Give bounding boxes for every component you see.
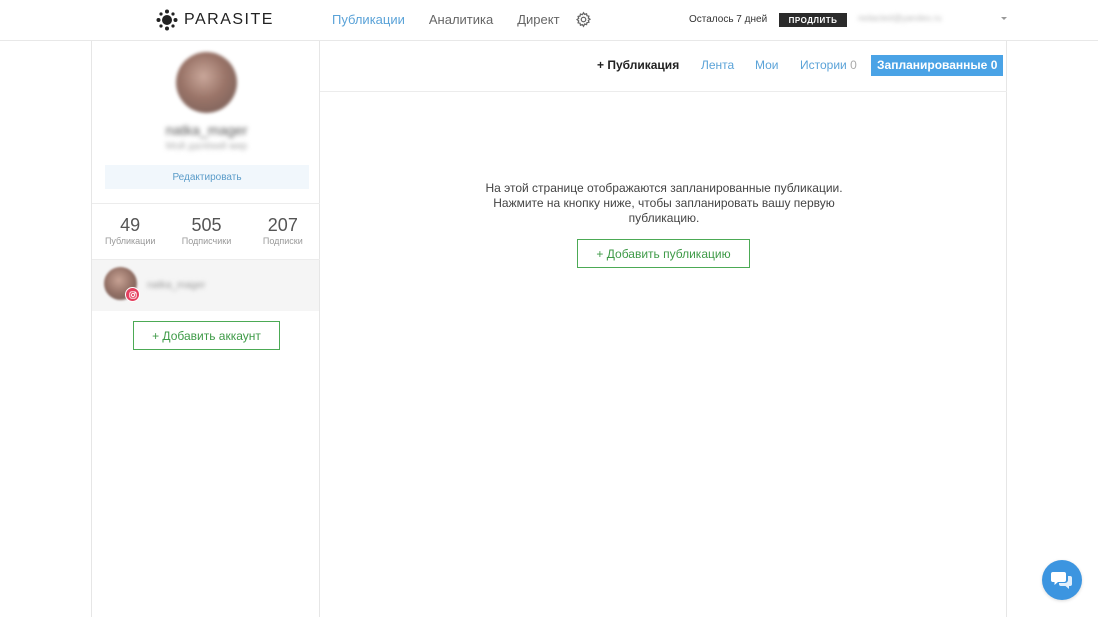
renew-subscription-button[interactable]: ПРОДЛИТЬ <box>779 13 847 27</box>
nav-direct[interactable]: Директ <box>517 12 559 27</box>
account-username: natka_mager <box>147 280 206 291</box>
add-account-button[interactable]: + Добавить аккаунт <box>133 321 280 350</box>
trial-remaining-text: Осталось 7 дней <box>689 14 768 25</box>
nav-publications[interactable]: Публикации <box>332 12 405 27</box>
tab-new-publication[interactable]: + Публикация <box>597 58 679 72</box>
profile-sidebar: natka_mager Мой далёкий мир Редактироват… <box>91 41 321 617</box>
brand-name: PARASITE <box>184 11 274 28</box>
account-dropdown-caret-icon[interactable] <box>1001 17 1007 20</box>
stat-posts-label: Публикации <box>104 236 156 246</box>
tab-scheduled-label: Запланированные <box>877 58 988 72</box>
profile-stats: 49 Публикации 505 Подписчики 207 Подписк… <box>92 203 321 260</box>
stat-posts: 49 Публикации <box>92 204 168 259</box>
add-publication-button[interactable]: + Добавить публикацию <box>577 239 750 268</box>
empty-state-line: Нажмите на кнопку ниже, чтобы запланиров… <box>493 196 835 210</box>
empty-state-line: публикацию. <box>628 211 700 225</box>
settings-gear-icon[interactable] <box>575 11 592 28</box>
edit-profile-button[interactable]: Редактировать <box>105 165 309 189</box>
tab-scheduled[interactable]: Запланированные 0 <box>871 55 1004 76</box>
stat-posts-value: 49 <box>120 215 141 235</box>
support-chat-button[interactable] <box>1042 560 1082 600</box>
parasite-logo-icon <box>156 9 178 31</box>
tab-feed[interactable]: Лента <box>701 58 734 72</box>
stat-followers-value: 505 <box>191 215 222 235</box>
user-email[interactable]: redacted@yandex.ru <box>858 13 998 25</box>
publication-tabs: + Публикация Лента Мои Истории 0 Заплани… <box>320 41 1007 92</box>
tab-scheduled-count: 0 <box>990 58 998 72</box>
tab-stories-count: 0 <box>850 58 857 72</box>
stat-following: 207 Подписки <box>245 204 321 259</box>
stat-followers-label: Подписчики <box>181 236 232 246</box>
main-nav: Публикации Аналитика Директ <box>332 12 560 27</box>
profile-username: natka_mager <box>165 122 248 138</box>
top-header: PARASITE Публикации Аналитика Директ Ост… <box>0 0 1098 41</box>
account-list-item[interactable]: natka_mager <box>92 260 319 311</box>
instagram-icon <box>125 287 140 302</box>
empty-state-message: На этой странице отображаются запланиров… <box>475 181 853 226</box>
profile-bio: Мой далёкий мир <box>165 141 248 152</box>
tab-mine[interactable]: Мои <box>755 58 779 72</box>
nav-analytics[interactable]: Аналитика <box>429 12 493 27</box>
tab-stories-label: Истории <box>800 58 847 72</box>
profile-avatar <box>176 52 237 113</box>
main-content: + Публикация Лента Мои Истории 0 Заплани… <box>320 41 1007 617</box>
tab-stories[interactable]: Истории 0 <box>800 58 857 72</box>
stat-followers: 505 Подписчики <box>168 204 244 259</box>
brand-logo[interactable]: PARASITE <box>156 9 274 31</box>
stat-following-value: 207 <box>267 215 298 235</box>
chat-bubbles-icon <box>1051 572 1072 589</box>
empty-state-line: На этой странице отображаются запланиров… <box>485 181 843 195</box>
stat-following-label: Подписки <box>262 236 303 246</box>
